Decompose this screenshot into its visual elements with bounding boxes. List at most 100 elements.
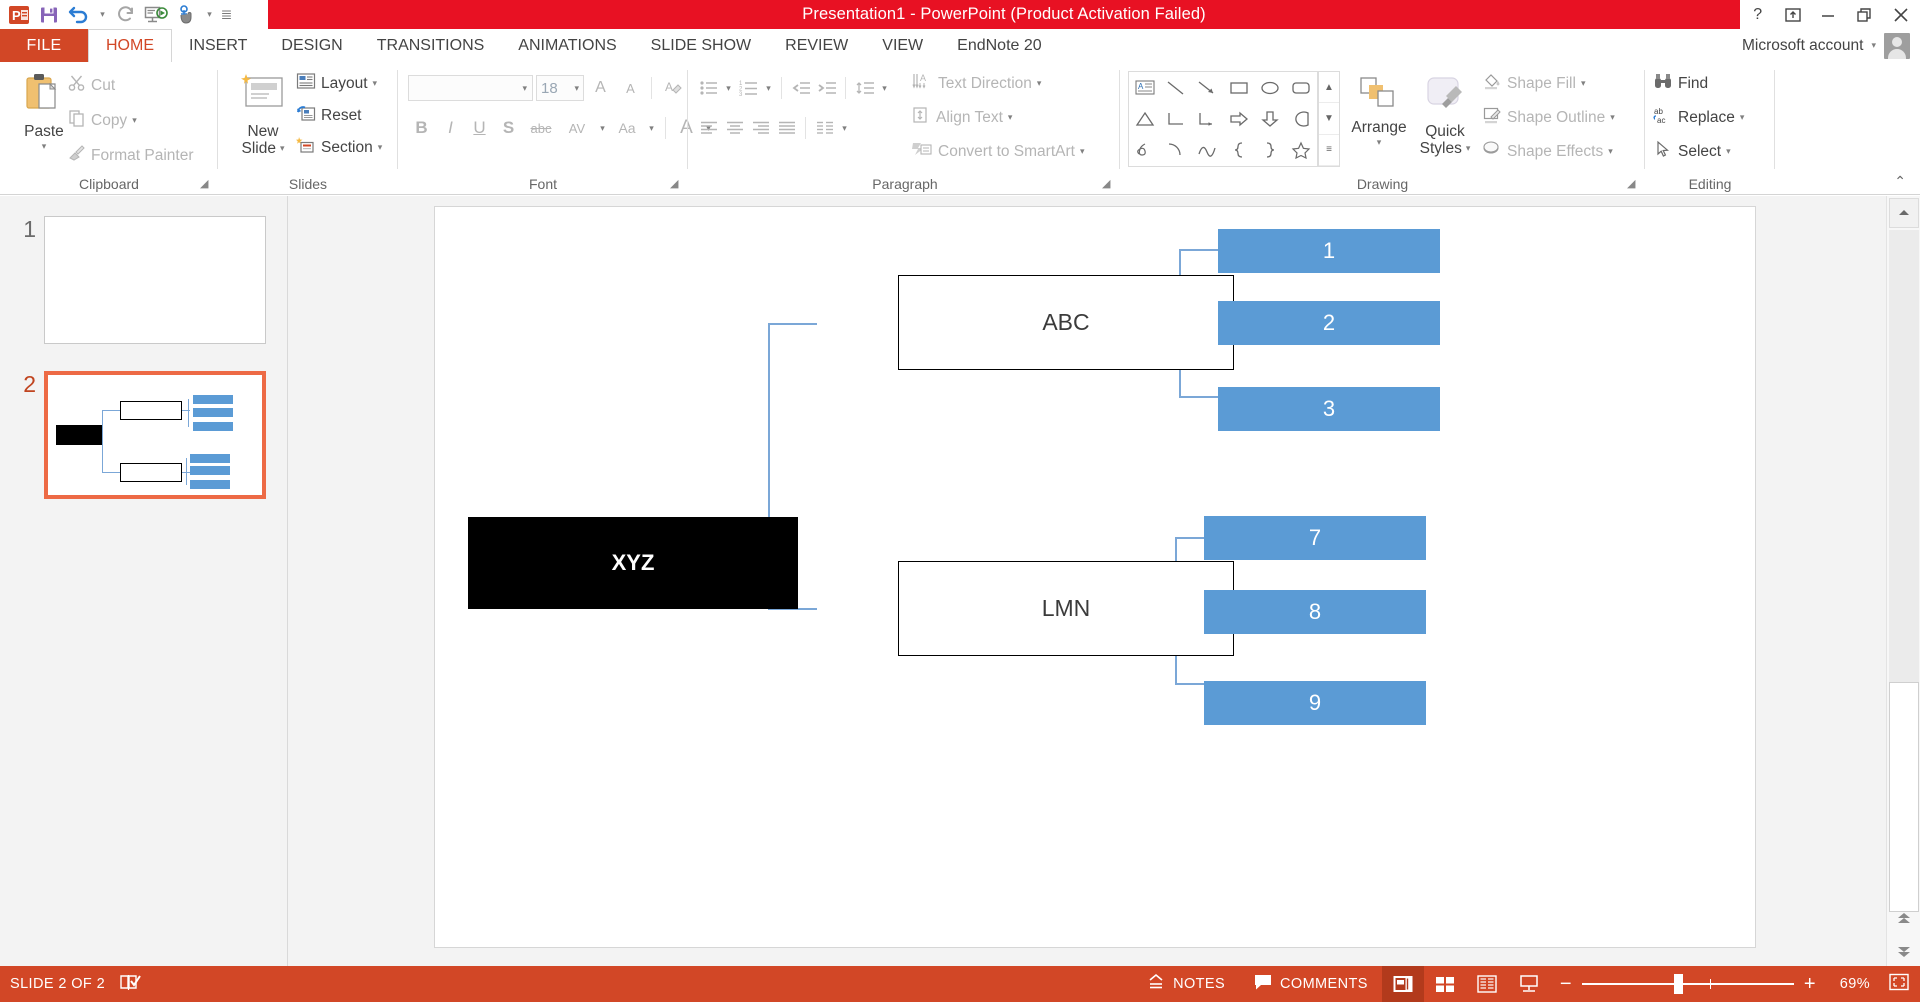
shape-outline-caret-icon[interactable]: ▾ bbox=[1610, 112, 1615, 123]
quick-styles-caret-icon[interactable]: ▾ bbox=[1466, 143, 1471, 154]
replace-button[interactable]: ab ac Replace ▾ bbox=[1653, 106, 1744, 129]
bullets-caret-icon[interactable]: ▾ bbox=[722, 74, 735, 102]
copy-button[interactable]: Copy ▾ bbox=[68, 109, 194, 132]
align-right-button[interactable] bbox=[748, 114, 773, 142]
align-text-button[interactable]: Align Text ▾ bbox=[911, 106, 1085, 129]
arrange-button[interactable]: Arrange ▾ bbox=[1346, 74, 1412, 148]
convert-smartart-caret-icon[interactable]: ▾ bbox=[1080, 146, 1085, 157]
left-brace-shape[interactable] bbox=[1223, 135, 1254, 166]
reading-view-button[interactable] bbox=[1466, 966, 1508, 1002]
account-caret-icon[interactable]: ▾ bbox=[1871, 40, 1876, 51]
select-button[interactable]: Select ▾ bbox=[1653, 140, 1744, 163]
shape-fill-button[interactable]: Shape Fill ▾ bbox=[1482, 72, 1615, 95]
touch-caret-icon[interactable]: ▾ bbox=[201, 1, 218, 28]
elbow-connector-shape[interactable] bbox=[1160, 103, 1191, 134]
copy-caret-icon[interactable]: ▾ bbox=[132, 115, 137, 126]
shape-fill-caret-icon[interactable]: ▾ bbox=[1581, 78, 1586, 89]
pie-shape[interactable] bbox=[1286, 103, 1317, 134]
start-slideshow-icon[interactable] bbox=[141, 1, 171, 28]
undo-icon[interactable] bbox=[64, 1, 94, 28]
quick-styles-button[interactable]: Quick Styles ▾ bbox=[1414, 74, 1476, 157]
section-caret-icon[interactable]: ▾ bbox=[378, 142, 383, 153]
thumbnail-item-1[interactable]: 1 bbox=[8, 216, 266, 344]
clipboard-dialog-launcher[interactable]: ◢ bbox=[200, 179, 212, 191]
reset-button[interactable]: Reset bbox=[296, 104, 382, 127]
fit-slide-to-window-icon[interactable] bbox=[1880, 972, 1910, 996]
tab-endnote[interactable]: EndNote 20 bbox=[940, 29, 1059, 62]
slide-thumbnail-panel[interactable]: 1 2 bbox=[0, 196, 288, 966]
section-button[interactable]: Section ▾ bbox=[296, 136, 382, 159]
scroll-up-button[interactable] bbox=[1888, 198, 1919, 228]
elbow-arrow-connector-shape[interactable] bbox=[1192, 103, 1223, 134]
notes-button[interactable]: NOTES bbox=[1132, 966, 1239, 1002]
comments-button[interactable]: COMMENTS bbox=[1239, 966, 1382, 1002]
text-direction-caret-icon[interactable]: ▾ bbox=[1037, 78, 1042, 89]
shapes-scroll-up-icon[interactable]: ▲ bbox=[1319, 72, 1339, 104]
text-shadow-button[interactable]: S bbox=[495, 114, 522, 142]
tab-home[interactable]: HOME bbox=[88, 29, 172, 62]
triangle-shape[interactable] bbox=[1129, 103, 1160, 134]
zoom-slider[interactable] bbox=[1581, 974, 1794, 994]
tab-slide-show[interactable]: SLIDE SHOW bbox=[634, 29, 768, 62]
shapes-scroll-down-icon[interactable]: ▼ bbox=[1319, 103, 1339, 135]
line-shape[interactable] bbox=[1160, 72, 1191, 103]
node-9[interactable]: 9 bbox=[1204, 681, 1426, 725]
tab-animations[interactable]: ANIMATIONS bbox=[501, 29, 633, 62]
align-text-caret-icon[interactable]: ▾ bbox=[1008, 112, 1013, 123]
character-spacing-button[interactable]: AV bbox=[560, 114, 594, 142]
char-spacing-caret-icon[interactable]: ▾ bbox=[596, 114, 609, 142]
close-button[interactable] bbox=[1881, 0, 1920, 29]
node-8[interactable]: 8 bbox=[1204, 590, 1426, 634]
rounded-rectangle-shape[interactable] bbox=[1286, 72, 1317, 103]
replace-caret-icon[interactable]: ▾ bbox=[1740, 112, 1745, 123]
layout-caret-icon[interactable]: ▾ bbox=[373, 78, 378, 89]
shapes-more-icon[interactable]: ≡ bbox=[1319, 135, 1339, 166]
customize-qat-icon[interactable]: ≣ bbox=[218, 1, 235, 28]
new-slide-button[interactable]: New Slide ▾ bbox=[232, 72, 294, 157]
new-slide-caret-icon[interactable]: ▾ bbox=[280, 143, 285, 154]
ribbon-display-options-icon[interactable] bbox=[1775, 0, 1810, 29]
bullets-button[interactable] bbox=[696, 74, 721, 102]
spell-check-icon[interactable] bbox=[119, 972, 141, 996]
node-xyz[interactable]: XYZ bbox=[468, 517, 798, 609]
normal-view-button[interactable] bbox=[1381, 966, 1424, 1002]
increase-indent-button[interactable] bbox=[814, 74, 839, 102]
columns-caret-icon[interactable]: ▾ bbox=[838, 114, 851, 142]
font-size-caret-icon[interactable]: ▾ bbox=[574, 83, 579, 94]
tab-view[interactable]: VIEW bbox=[865, 29, 940, 62]
node-3[interactable]: 3 bbox=[1218, 387, 1440, 431]
find-button[interactable]: Find bbox=[1653, 72, 1744, 95]
select-caret-icon[interactable]: ▾ bbox=[1726, 146, 1731, 157]
save-icon[interactable] bbox=[34, 1, 64, 28]
star-shape[interactable] bbox=[1286, 135, 1317, 166]
slideshow-view-button[interactable] bbox=[1508, 966, 1550, 1002]
format-painter-button[interactable]: Format Painter bbox=[68, 144, 194, 167]
account-area[interactable]: Microsoft account ▾ bbox=[1742, 29, 1920, 62]
textbox-shape[interactable]: A bbox=[1129, 72, 1160, 103]
line-spacing-button[interactable] bbox=[852, 74, 877, 102]
layout-button[interactable]: Layout ▾ bbox=[296, 72, 382, 95]
zoom-in-button[interactable]: + bbox=[1804, 973, 1816, 996]
arc-shape[interactable] bbox=[1160, 135, 1191, 166]
shapes-gallery-scrollbar[interactable]: ▲ ▼ ≡ bbox=[1318, 71, 1340, 167]
scroll-track[interactable] bbox=[1888, 230, 1919, 912]
minimize-button[interactable] bbox=[1811, 0, 1846, 29]
text-direction-button[interactable]: A Text Direction ▾ bbox=[911, 72, 1085, 95]
redo-icon[interactable] bbox=[111, 1, 141, 28]
change-case-caret-icon[interactable]: ▾ bbox=[645, 114, 658, 142]
thumbnail-preview[interactable] bbox=[44, 371, 266, 499]
restore-button[interactable] bbox=[1846, 0, 1881, 29]
rectangle-shape[interactable] bbox=[1223, 72, 1254, 103]
arrow-shape[interactable] bbox=[1192, 72, 1223, 103]
thumbnail-preview[interactable] bbox=[44, 216, 266, 344]
touch-mode-icon[interactable] bbox=[171, 1, 201, 28]
clear-formatting-button[interactable]: A bbox=[659, 74, 686, 102]
shape-effects-caret-icon[interactable]: ▾ bbox=[1608, 146, 1613, 157]
numbering-caret-icon[interactable]: ▾ bbox=[762, 74, 775, 102]
justify-button[interactable] bbox=[774, 114, 799, 142]
collapse-ribbon-button[interactable]: ⌃ bbox=[1894, 173, 1906, 190]
tab-review[interactable]: REVIEW bbox=[768, 29, 865, 62]
strikethrough-button[interactable]: abc bbox=[524, 114, 558, 142]
align-left-button[interactable] bbox=[696, 114, 721, 142]
curve-shape[interactable] bbox=[1192, 135, 1223, 166]
